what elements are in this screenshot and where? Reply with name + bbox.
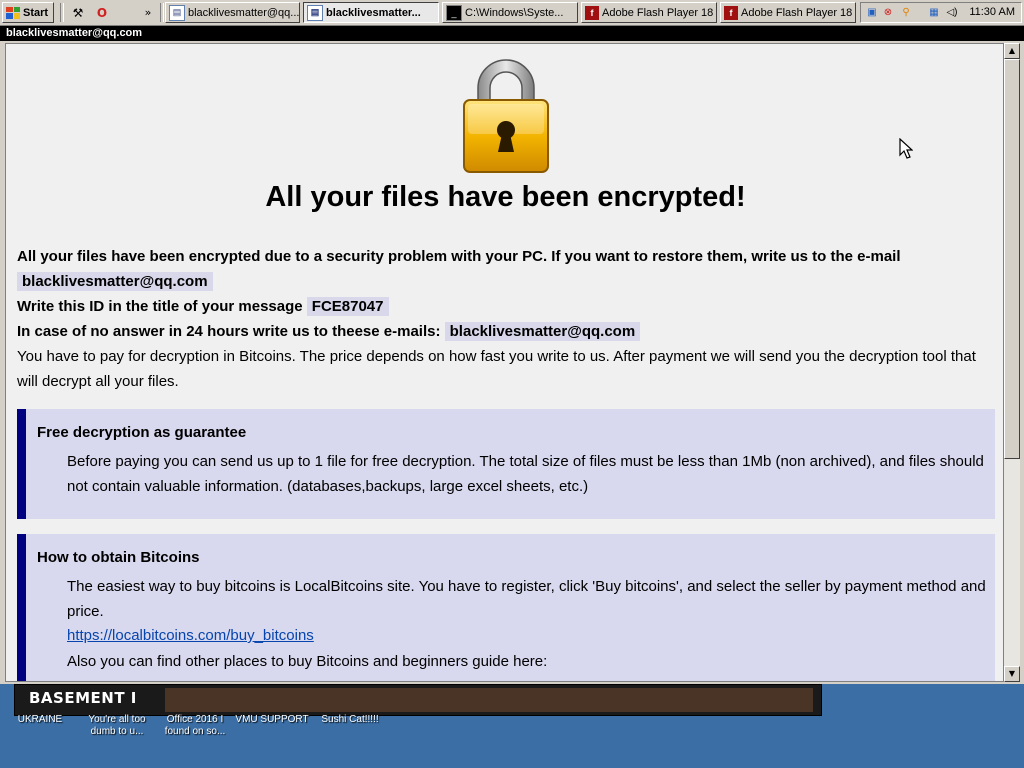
vertical-scrollbar[interactable]: ▲ ▼ (1004, 43, 1020, 682)
backup-email[interactable]: blacklivesmatter@qq.com (444, 322, 641, 341)
localbitcoins-link[interactable]: https://localbitcoins.com/buy_bitcoins (67, 627, 314, 644)
quicklaunch-more-button[interactable]: » (140, 5, 156, 21)
no-answer-instruction: In case of no answer in 24 hours write u… (17, 323, 441, 340)
search-icon[interactable]: ⚲ (899, 6, 913, 20)
box-text: The easiest way to buy bitcoins is Local… (67, 578, 986, 620)
task-label: Adobe Flash Player 18 (741, 6, 853, 19)
flash-icon: f (724, 5, 738, 20)
taskbar-button-email-doc[interactable]: ▤ blacklivesmatter@qq... (165, 2, 300, 23)
document-icon: ▤ (169, 4, 185, 21)
document-icon: ▤ (307, 4, 323, 21)
box-text-2: Also you can find other places to buy Bi… (67, 653, 548, 670)
box-title: How to obtain Bitcoins (37, 549, 200, 566)
ransom-headline: All your files have been encrypted! (265, 181, 746, 213)
task-label: C:\Windows\Syste... (465, 6, 564, 19)
quicklaunch-separator (160, 3, 164, 22)
desktop-icon-label[interactable]: You're all too dumb to u... (80, 714, 154, 738)
network-icon[interactable]: ▣ (865, 6, 879, 20)
taskbar: Start ⚒ O » ▤ blacklivesmatter@qq... ▤ b… (0, 0, 1024, 26)
quicklaunch-separator (60, 3, 64, 22)
task-label: blacklivesmatter@qq... (188, 6, 300, 19)
start-label: Start (23, 6, 49, 19)
contact-email[interactable]: blacklivesmatter@qq.com (17, 272, 213, 291)
mouse-cursor-icon (899, 138, 913, 159)
ransom-note-body: All your files have been encrypted! All … (5, 43, 1004, 682)
scrollbar-thumb[interactable] (1004, 59, 1020, 459)
desktop-icon-label[interactable]: VMU SUPPORT (234, 714, 310, 726)
encrypted-notice: All your files have been encrypted due t… (17, 248, 901, 265)
background-window-image (165, 688, 813, 712)
obtain-bitcoins-box: How to obtain Bitcoins The easiest way t… (17, 534, 995, 681)
ransom-note-window: blacklivesmatter@qq.com All your files h… (0, 26, 1024, 684)
clock[interactable]: 11:30 AM (969, 6, 1015, 18)
taskbar-button-console[interactable]: _ C:\Windows\Syste... (442, 2, 578, 23)
desktop-icon-label[interactable]: Office 2016 I found on so... (156, 714, 234, 738)
padlock-icon (463, 59, 549, 173)
task-label: Adobe Flash Player 18 (602, 6, 714, 19)
payment-text-line1: You have to pay for decryption in Bitcoi… (17, 348, 976, 365)
crossed-tools-icon[interactable]: ⚒ (70, 5, 86, 21)
background-window[interactable]: BASEMENT I (14, 684, 822, 716)
window-title[interactable]: blacklivesmatter@qq.com (0, 26, 1024, 41)
desktop-icon-label[interactable]: Sushi Cat!!!!! (312, 714, 388, 726)
volume-icon[interactable]: ◁) (945, 6, 959, 20)
desktop-icon-label[interactable]: UKRAINE (12, 714, 68, 726)
box-text: Before paying you can send us up to 1 fi… (67, 453, 984, 495)
opera-browser-icon[interactable]: O (94, 5, 110, 21)
windows-logo-icon (6, 6, 20, 19)
scroll-up-button[interactable]: ▲ (1004, 43, 1020, 59)
background-window-title: BASEMENT I (29, 689, 137, 707)
taskbar-button-flash-2[interactable]: f Adobe Flash Player 18 (720, 2, 856, 23)
taskbar-button-active-doc[interactable]: ▤ blacklivesmatter... (303, 2, 439, 23)
victim-id[interactable]: FCE87047 (306, 297, 389, 316)
scroll-down-button[interactable]: ▼ (1004, 666, 1020, 682)
console-icon: _ (446, 4, 462, 21)
system-tray: ▣ ⊗ ⚲ ▦ ◁) 11:30 AM (860, 2, 1022, 23)
flash-icon: f (585, 5, 599, 20)
task-label: blacklivesmatter... (326, 6, 421, 19)
box-title: Free decryption as guarantee (37, 424, 247, 441)
id-instruction: Write this ID in the title of your messa… (17, 298, 303, 315)
free-decryption-box: Free decryption as guarantee Before payi… (17, 409, 995, 519)
start-button[interactable]: Start (2, 2, 54, 23)
taskbar-button-flash-1[interactable]: f Adobe Flash Player 18 (581, 2, 717, 23)
display-icon[interactable]: ▦ (927, 6, 941, 20)
payment-text-line2: will decrypt all your files. (17, 373, 179, 390)
security-alert-icon[interactable]: ⊗ (881, 6, 895, 20)
